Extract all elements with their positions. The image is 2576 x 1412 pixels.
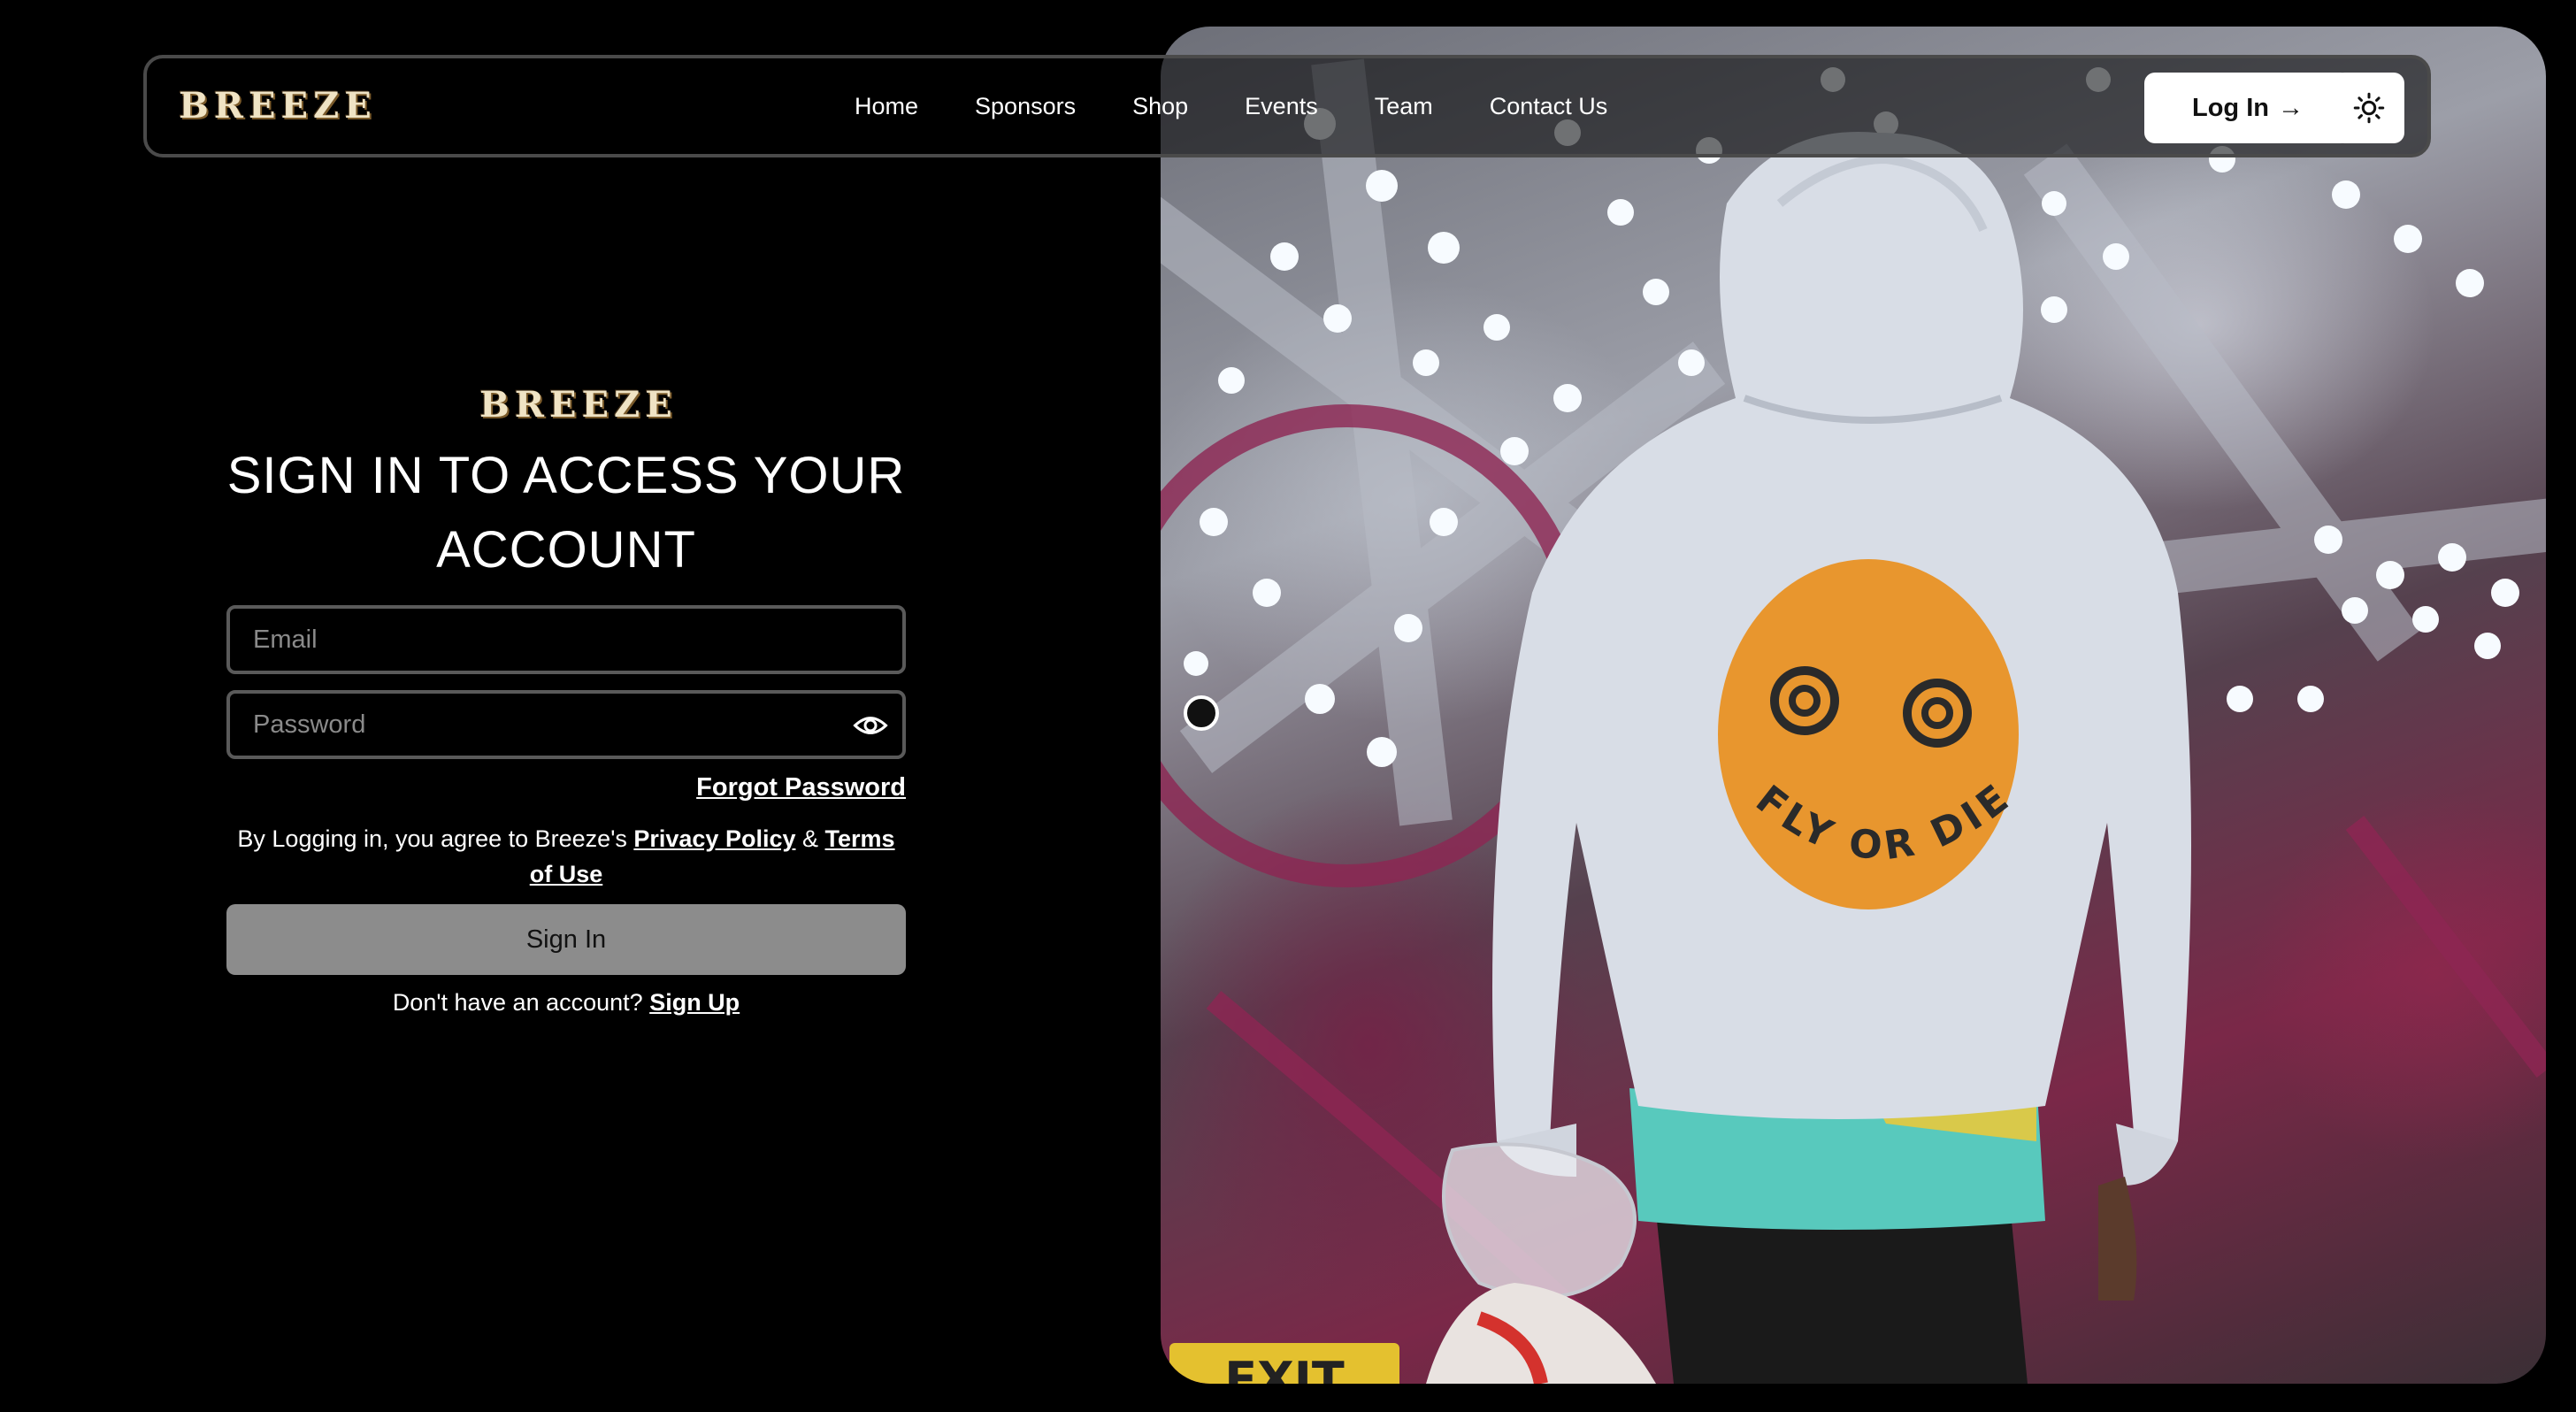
email-field[interactable]: [226, 605, 906, 674]
hero-image: EXIT FLY OR DIE: [1161, 27, 2546, 1384]
cursor-indicator: [1184, 695, 1219, 731]
top-navbar: BREEZE Home Sponsors Shop Events Team Co…: [143, 55, 2431, 157]
login-button[interactable]: Log In →: [2144, 73, 2351, 143]
sign-in-button-label: Sign In: [525, 925, 607, 954]
nav-link-contact-us[interactable]: Contact Us: [1490, 93, 1608, 120]
brand-logo[interactable]: BREEZE: [179, 85, 377, 127]
nav-link-home[interactable]: Home: [855, 93, 918, 120]
arrow-right-icon: →: [2277, 93, 2304, 122]
sign-up-link[interactable]: Sign Up: [649, 989, 740, 1016]
smiley-graphic: FLY OR DIE: [1718, 559, 2019, 909]
privacy-policy-link[interactable]: Privacy Policy: [633, 825, 795, 852]
password-field[interactable]: [226, 690, 906, 759]
theme-toggle-button[interactable]: [2334, 73, 2404, 143]
form-brand-logo: BREEZE: [479, 384, 678, 426]
nav-link-events[interactable]: Events: [1245, 93, 1318, 120]
terms-prefix: By Logging in, you agree to Breeze's: [237, 825, 627, 852]
eye-icon[interactable]: [853, 708, 888, 743]
terms-joiner: &: [802, 825, 819, 852]
page-title: SIGN IN TO ACCESS YOUR ACCOUNT: [226, 447, 906, 579]
no-account-text: Don't have an account?: [392, 989, 643, 1016]
login-button-label: Log In: [2192, 93, 2269, 122]
nav-link-team[interactable]: Team: [1375, 93, 1433, 120]
sign-in-button[interactable]: Sign In: [226, 904, 906, 975]
nav-link-shop[interactable]: Shop: [1132, 93, 1188, 120]
sun-icon: [2353, 92, 2385, 124]
nav-links: Home Sponsors Shop Events Team Contact U…: [855, 58, 1664, 154]
forgot-password-link[interactable]: Forgot Password: [619, 773, 906, 802]
signup-prompt: Don't have an account? Sign Up: [226, 989, 906, 1017]
terms-notice: By Logging in, you agree to Breeze's Pri…: [226, 821, 906, 892]
nav-link-sponsors[interactable]: Sponsors: [975, 93, 1076, 120]
person-in-hoodie: FLY OR DIE: [1426, 132, 2191, 1384]
